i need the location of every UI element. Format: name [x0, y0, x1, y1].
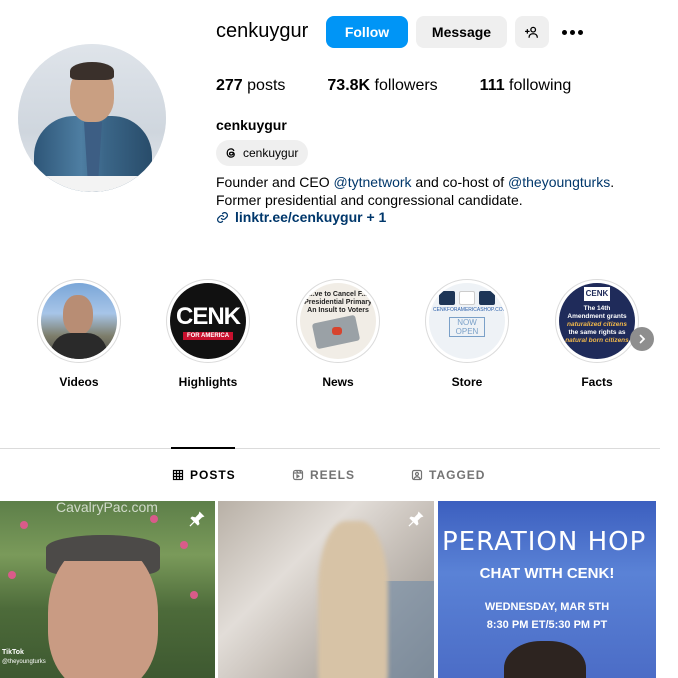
- profile-external-link[interactable]: linktr.ee/cenkuygur + 1: [216, 209, 386, 225]
- highlight-thumbnail: [41, 283, 117, 359]
- highlight-facts[interactable]: CENK The 14th Amendment grants naturaliz…: [554, 279, 640, 389]
- threads-icon: [226, 148, 235, 158]
- highlight-label: Store: [451, 375, 483, 389]
- highlight-thumbnail: ...ve to Cancel F... Presidential Primar…: [300, 283, 376, 359]
- bio-line-1: Founder and CEO @tytnetwork and co-host …: [216, 174, 615, 190]
- chevron-right-icon: [639, 334, 646, 344]
- post-thumbnail[interactable]: [218, 501, 434, 678]
- post-thumbnail[interactable]: PERATION HOP CHAT WITH CENK! WEDNESDAY, …: [438, 501, 656, 678]
- highlight-videos[interactable]: Videos: [36, 279, 122, 389]
- tagged-icon: [411, 469, 423, 481]
- highlight-news[interactable]: ...ve to Cancel F... Presidential Primar…: [295, 279, 381, 389]
- highlight-ring: ...ve to Cancel F... Presidential Primar…: [296, 279, 380, 363]
- tab-tagged[interactable]: TAGGED: [411, 468, 485, 482]
- following-stat[interactable]: 111 following: [480, 77, 572, 95]
- active-tab-indicator: [171, 447, 235, 449]
- store-thumb-badge: NOW OPEN: [449, 317, 485, 337]
- highlight-label: News: [322, 375, 354, 389]
- highlight-ring: CENK The 14th Amendment grants naturaliz…: [555, 279, 639, 363]
- cenk-logo-sub: FOR AMERICA: [182, 331, 234, 340]
- highlight-label: Highlights: [178, 375, 238, 389]
- mention-theyoungturks[interactable]: @theyoungturks: [508, 174, 610, 190]
- post-thumbnail[interactable]: CavalryPac.com TikTok @theyoungturks: [0, 501, 215, 678]
- followers-stat[interactable]: 73.8K followers: [327, 77, 437, 95]
- message-button[interactable]: Message: [416, 16, 507, 48]
- facts-thumb-logo: CENK: [584, 287, 610, 301]
- suggested-users-button[interactable]: [515, 16, 549, 48]
- tab-reels-label: REELS: [310, 468, 356, 482]
- tab-posts-label: POSTS: [190, 468, 236, 482]
- cenk-logo-text: CENK: [175, 302, 241, 330]
- highlight-ring: CENKFORAMERICASHOP.COM NOW OPEN: [425, 279, 509, 363]
- profile-username: cenkuygur: [216, 20, 309, 42]
- post-title: PERATION HOP: [442, 527, 647, 557]
- tab-reels[interactable]: REELS: [292, 468, 355, 482]
- tab-tagged-label: TAGGED: [429, 468, 486, 482]
- store-thumb-text: CENKFORAMERICASHOP.COM: [433, 307, 505, 313]
- news-thumb-text: ...ve to Cancel F... Presidential Primar…: [304, 291, 372, 314]
- highlight-highlights[interactable]: CENK FOR AMERICA Highlights: [165, 279, 251, 389]
- add-user-icon: [525, 26, 538, 38]
- posts-stat[interactable]: 277 posts: [216, 77, 285, 95]
- highlight-label: Videos: [59, 375, 99, 389]
- highlight-ring: CENK FOR AMERICA: [166, 279, 250, 363]
- highlight-store[interactable]: CENKFORAMERICASHOP.COM NOW OPEN Store: [424, 279, 510, 389]
- link-icon: [217, 211, 228, 223]
- post-time: 8:30 PM ET/5:30 PM PT: [486, 619, 608, 631]
- tiktok-handle: @theyoungturks: [2, 659, 46, 665]
- highlight-ring: [37, 279, 121, 363]
- post-date: WEDNESDAY, MAR 5TH: [484, 601, 610, 613]
- more-options-icon[interactable]: [558, 22, 586, 42]
- avatar-hair: [70, 62, 114, 80]
- mention-tytnetwork[interactable]: @tytnetwork: [334, 174, 412, 190]
- highlight-thumbnail: CENK FOR AMERICA: [170, 283, 246, 359]
- tab-posts[interactable]: POSTS: [172, 468, 236, 482]
- facts-thumb-text: The 14th Amendment grants naturalized ci…: [565, 305, 629, 344]
- profile-avatar[interactable]: [18, 44, 166, 192]
- grid-icon: [172, 469, 184, 481]
- reels-icon: [292, 469, 304, 481]
- post-person: [504, 641, 586, 678]
- post-watermark: CavalryPac.com: [56, 501, 158, 515]
- avatar-desk: [18, 176, 166, 192]
- highlights-next-button[interactable]: [630, 327, 654, 351]
- bio-line-2: Former presidential and congressional ca…: [216, 192, 523, 208]
- pin-icon: [408, 511, 424, 527]
- profile-bio: Founder and CEO @tytnetwork and co-host …: [216, 173, 656, 209]
- threads-badge[interactable]: cenkuygur: [216, 140, 309, 166]
- post-face: [48, 541, 158, 678]
- highlight-thumbnail: CENK The 14th Amendment grants naturaliz…: [559, 283, 635, 359]
- post-subtitle: CHAT WITH CENK!: [479, 565, 615, 582]
- highlight-thumbnail: CENKFORAMERICASHOP.COM NOW OPEN: [429, 283, 505, 359]
- threads-handle: cenkuygur: [243, 146, 299, 160]
- highlight-label: Facts: [581, 375, 613, 389]
- follow-button[interactable]: Follow: [326, 16, 408, 48]
- pin-icon: [189, 511, 205, 527]
- profile-full-name: cenkuygur: [216, 117, 287, 133]
- profile-stats: 277 posts 73.8K followers 111 following: [216, 77, 613, 95]
- tabs-divider: [0, 448, 660, 449]
- tiktok-label: TikTok: [2, 649, 24, 656]
- link-text: linktr.ee/cenkuygur + 1: [235, 209, 387, 225]
